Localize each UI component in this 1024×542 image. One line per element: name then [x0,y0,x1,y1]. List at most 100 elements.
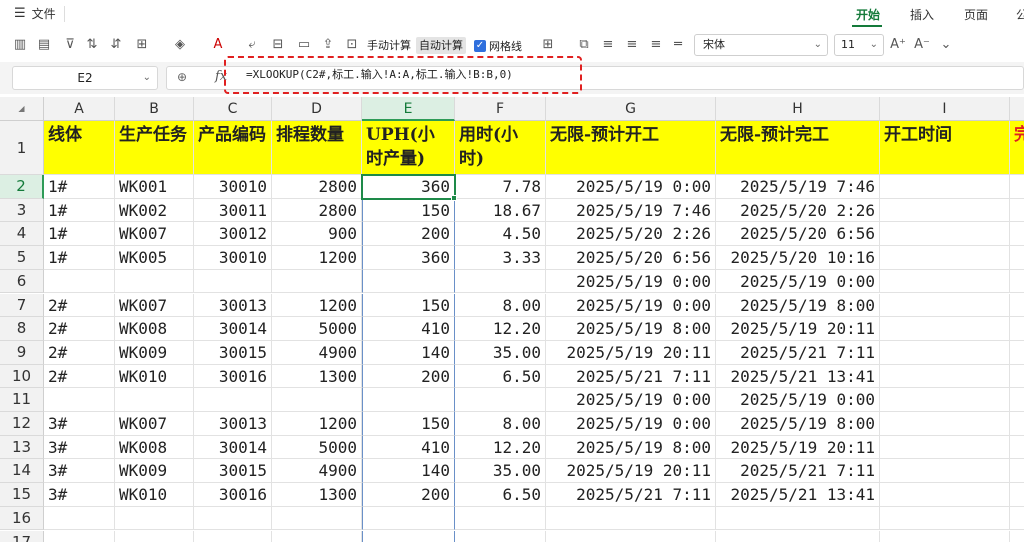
cell-h4[interactable]: 2025/5/20 6:56 [716,222,880,247]
cell-j15[interactable] [1010,483,1024,507]
cell-b15[interactable]: WK010 [115,483,194,507]
fill-color-icon[interactable]: ◈ [172,37,188,53]
more-chevron-icon[interactable]: ⌄ [938,37,954,53]
column-header-a[interactable]: A [44,97,115,121]
cell-d16[interactable] [272,506,362,531]
row-header-9[interactable]: 9 [0,340,44,365]
tab-formulas[interactable]: 公 [1016,6,1024,23]
cell-c4[interactable]: 30012 [194,222,272,247]
cell-b10[interactable]: WK010 [115,364,194,389]
increase-font-icon[interactable]: A⁺ [890,37,906,53]
cell-h14[interactable]: 2025/5/21 7:11 [716,459,880,484]
cell-j9[interactable] [1010,341,1024,365]
formula-input[interactable]: =XLOOKUP(C2#,标工.输入!A:A,标工.输入!B:B,0) [224,56,582,94]
cell-d5[interactable]: 1200 [272,246,362,270]
cell-h2[interactable]: 2025/5/19 7:46 [716,175,880,199]
cell-c13[interactable]: 30014 [194,435,272,460]
cell-g9[interactable]: 2025/5/19 20:11 [546,340,716,365]
row-header-1[interactable]: 1 [0,121,44,175]
align-center-icon[interactable]: ≡ [624,37,640,53]
select-all-corner[interactable]: ◢ [0,97,44,121]
gridlines-toggle[interactable]: ✓ 网格线 [474,37,522,54]
row-header-4[interactable]: 4 [0,222,44,247]
column-header-f[interactable]: F [455,97,546,121]
cell-h5[interactable]: 2025/5/20 10:16 [716,246,880,270]
cell-f13[interactable]: 12.20 [455,435,546,460]
cell-j11[interactable] [1010,388,1024,412]
cell-e9[interactable]: 140 [362,340,455,365]
cell-f8[interactable]: 12.20 [455,317,546,341]
cell-i14[interactable] [880,459,1010,484]
cell-j16[interactable] [1010,507,1024,531]
gridlines-checkbox[interactable]: ✓ [474,39,486,52]
row-header-7[interactable]: 7 [0,293,44,318]
cell-c14[interactable]: 30015 [194,459,272,484]
cell-d6[interactable] [272,269,362,294]
cell-i3[interactable] [880,198,1010,223]
cell-c17[interactable] [194,530,272,542]
cell-b17[interactable] [115,530,194,542]
cell-h10[interactable]: 2025/5/21 13:41 [716,364,880,389]
cell-a9[interactable]: 2# [44,340,115,365]
header-cell-e[interactable]: UPH(小时产量) [362,121,455,175]
cell-b9[interactable]: WK009 [115,340,194,365]
cell-e14[interactable]: 140 [362,459,455,484]
cell-i8[interactable] [880,317,1010,341]
cell-e4[interactable]: 200 [362,222,455,247]
merge-icon[interactable]: ⧉ [576,37,592,53]
cell-d17[interactable] [272,530,362,542]
cell-f10[interactable]: 6.50 [455,364,546,389]
header-cell-f[interactable]: 用时(小时) [455,121,546,175]
cell-f11[interactable] [455,388,546,412]
cell-g6[interactable]: 2025/5/19 0:00 [546,269,716,294]
cell-j8[interactable] [1010,317,1024,341]
cell-j6[interactable] [1010,270,1024,294]
cell-i16[interactable] [880,506,1010,531]
borders-icon[interactable]: ⊞ [134,37,150,53]
paste-icon[interactable]: ▤ [36,37,52,53]
row-header-16[interactable]: 16 [0,506,44,531]
cell-g2[interactable]: 2025/5/19 0:00 [546,175,716,199]
cell-b5[interactable]: WK005 [115,246,194,270]
cell-h17[interactable] [716,530,880,542]
row-header-10[interactable]: 10 [0,364,44,389]
cell-d4[interactable]: 900 [272,222,362,247]
cell-h12[interactable]: 2025/5/19 8:00 [716,412,880,436]
cell-d8[interactable]: 5000 [272,317,362,341]
cell-f6[interactable] [455,269,546,294]
column-header-h[interactable]: H [716,97,880,121]
row-header-17[interactable]: 17 [0,530,44,542]
cell-e7[interactable]: 150 [362,293,455,318]
sort-descending-icon[interactable]: ⇵ [108,37,124,53]
cell-d3[interactable]: 2800 [272,198,362,223]
header-cell-c[interactable]: 产品编码 [194,121,272,175]
insert-row-icon[interactable]: ⊟ [270,37,286,53]
cell-a8[interactable]: 2# [44,317,115,341]
cell-f4[interactable]: 4.50 [455,222,546,247]
cell-h7[interactable]: 2025/5/19 8:00 [716,293,880,318]
cell-i10[interactable] [880,364,1010,389]
cell-i13[interactable] [880,435,1010,460]
manual-calc-button[interactable]: 手动计算 [364,37,414,54]
auto-calc-button[interactable]: 自动计算 [416,37,466,54]
row-header-14[interactable]: 14 [0,459,44,484]
cell-a17[interactable] [44,530,115,542]
cell-h16[interactable] [716,506,880,531]
cell-f17[interactable] [455,530,546,542]
cell-g4[interactable]: 2025/5/20 2:26 [546,222,716,247]
cell-a7[interactable]: 2# [44,293,115,318]
insert-column-icon[interactable]: ▭ [296,37,312,53]
cell-i4[interactable] [880,222,1010,247]
cell-f2[interactable]: 7.78 [455,175,546,199]
cell-b3[interactable]: WK002 [115,198,194,223]
cell-c10[interactable]: 30016 [194,364,272,389]
cell-j4[interactable] [1010,222,1024,247]
cell-i17[interactable] [880,530,1010,542]
cell-c7[interactable]: 30013 [194,293,272,318]
cell-a6[interactable] [44,269,115,294]
cell-a10[interactable]: 2# [44,364,115,389]
cell-a14[interactable]: 3# [44,459,115,484]
align-right-icon[interactable]: ≡ [648,37,664,53]
cell-c12[interactable]: 30013 [194,412,272,436]
cell-h6[interactable]: 2025/5/19 0:00 [716,269,880,294]
